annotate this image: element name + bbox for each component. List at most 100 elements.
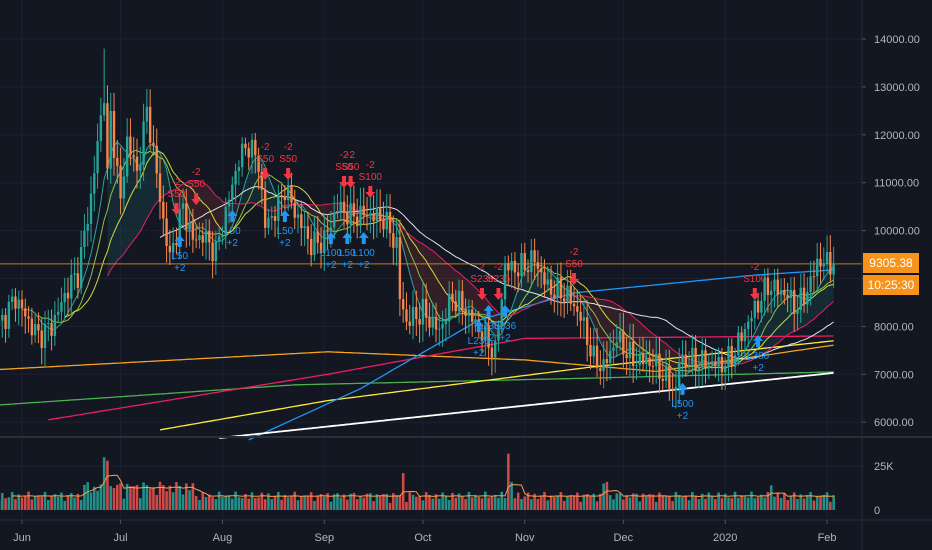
candle-body xyxy=(454,301,457,311)
volume-bar xyxy=(37,495,40,510)
candle-body xyxy=(421,298,425,325)
volume-bar xyxy=(513,498,517,510)
price-chart[interactable]: -2S50-2S50-2S50-2S50 -2S50-2S50 -2S1002S23… xyxy=(0,0,932,550)
price-tick-label: 6000.00 xyxy=(874,417,914,429)
candle-body xyxy=(490,347,494,358)
sell-signal-label: S50 xyxy=(256,154,274,165)
volume-bar xyxy=(237,497,241,510)
candle-body xyxy=(539,268,543,273)
volume-bar xyxy=(487,497,490,510)
candle-body xyxy=(796,309,799,314)
volume-bar xyxy=(572,495,576,510)
candle-body xyxy=(572,303,576,307)
candle-body xyxy=(342,201,346,213)
candle-body xyxy=(470,309,474,323)
volume-bar xyxy=(339,497,343,510)
volume-bar xyxy=(40,496,44,510)
price-tick-label: 8000.00 xyxy=(874,321,914,333)
candle-body xyxy=(786,295,789,299)
volume-bar xyxy=(720,498,724,510)
candle-body xyxy=(286,184,290,201)
sell-signal-label: S50 xyxy=(187,179,205,190)
candle-body xyxy=(418,318,421,325)
candle-body xyxy=(510,260,513,271)
volume-bar xyxy=(20,497,24,510)
volume-bar xyxy=(819,496,822,510)
volume-bar xyxy=(444,495,448,510)
price-tick-label: 11000.00 xyxy=(874,178,919,190)
candle-body xyxy=(714,361,717,367)
volume-bar xyxy=(687,500,691,510)
price-tick-label: 10000.00 xyxy=(874,226,920,238)
volume-bar xyxy=(106,460,109,510)
candle-body xyxy=(793,290,796,314)
candle-body xyxy=(326,230,329,232)
candle-body xyxy=(707,364,710,369)
candle-body xyxy=(375,207,379,222)
candle-body xyxy=(595,345,599,369)
volume-bar xyxy=(697,499,701,510)
candle-body xyxy=(585,317,589,345)
candle-body xyxy=(737,332,740,356)
candle-body xyxy=(651,365,655,367)
candle-body xyxy=(635,365,638,367)
volume-bar xyxy=(549,495,553,510)
candle-body xyxy=(119,165,122,199)
candle-body xyxy=(142,121,145,165)
buy-signal-label: +2 xyxy=(358,260,370,271)
candle-body xyxy=(530,250,533,272)
volume-bar xyxy=(628,497,632,510)
volume-bar xyxy=(625,495,628,510)
candle-body xyxy=(329,227,333,232)
candle-body xyxy=(431,316,434,328)
volume-bar xyxy=(707,492,711,510)
volume-bar xyxy=(63,500,67,510)
sell-signal-label: S100 xyxy=(359,172,383,183)
volume-bar xyxy=(306,495,310,510)
candle-body xyxy=(806,291,809,305)
candle-body xyxy=(365,215,369,217)
volume-bar xyxy=(79,499,83,510)
candle-body xyxy=(66,292,70,299)
candle-body xyxy=(697,367,701,371)
buy-signal-label: +2 xyxy=(279,238,291,249)
volume-bar xyxy=(198,499,201,510)
candle-body xyxy=(582,317,586,321)
volume-bar xyxy=(694,495,697,510)
volume-bar xyxy=(796,498,799,510)
candle-body xyxy=(747,321,750,329)
volume-bar xyxy=(500,491,504,510)
volume-bar xyxy=(746,497,750,510)
volume-bar xyxy=(33,496,37,510)
volume-bar xyxy=(283,494,287,510)
price-tick-label: 14000.00 xyxy=(874,34,920,46)
candle-body xyxy=(162,201,165,219)
candle-body xyxy=(388,211,392,234)
volume-bar xyxy=(822,494,826,510)
candle-body xyxy=(691,347,694,365)
candle-body xyxy=(766,277,770,296)
ma-line-white xyxy=(219,372,834,439)
volume-bar xyxy=(372,501,375,510)
candle-body xyxy=(50,322,53,336)
candle-body xyxy=(664,365,668,381)
candle-body xyxy=(277,195,280,221)
volume-bar xyxy=(7,497,11,510)
volume-bar xyxy=(273,496,277,510)
price-tick-label: 12000.00 xyxy=(874,130,920,142)
volume-bar xyxy=(595,501,599,510)
time-tick-label: 2020 xyxy=(713,532,737,544)
volume-bar xyxy=(566,495,569,510)
candle-body xyxy=(263,189,267,228)
axes[interactable]: 6000.007000.008000.009000.0010000.001100… xyxy=(0,0,932,550)
sell-signal-label: S50 xyxy=(168,189,186,200)
volume-bar xyxy=(424,492,428,510)
candle-body xyxy=(392,233,395,248)
bar-countdown-label: 10:25:30 xyxy=(863,275,919,295)
candle-body xyxy=(382,219,385,230)
volume-bar xyxy=(743,496,747,510)
candle-body xyxy=(63,292,66,303)
volume-bar xyxy=(270,499,274,510)
volume-bar xyxy=(786,499,789,510)
candle-body xyxy=(658,353,661,379)
